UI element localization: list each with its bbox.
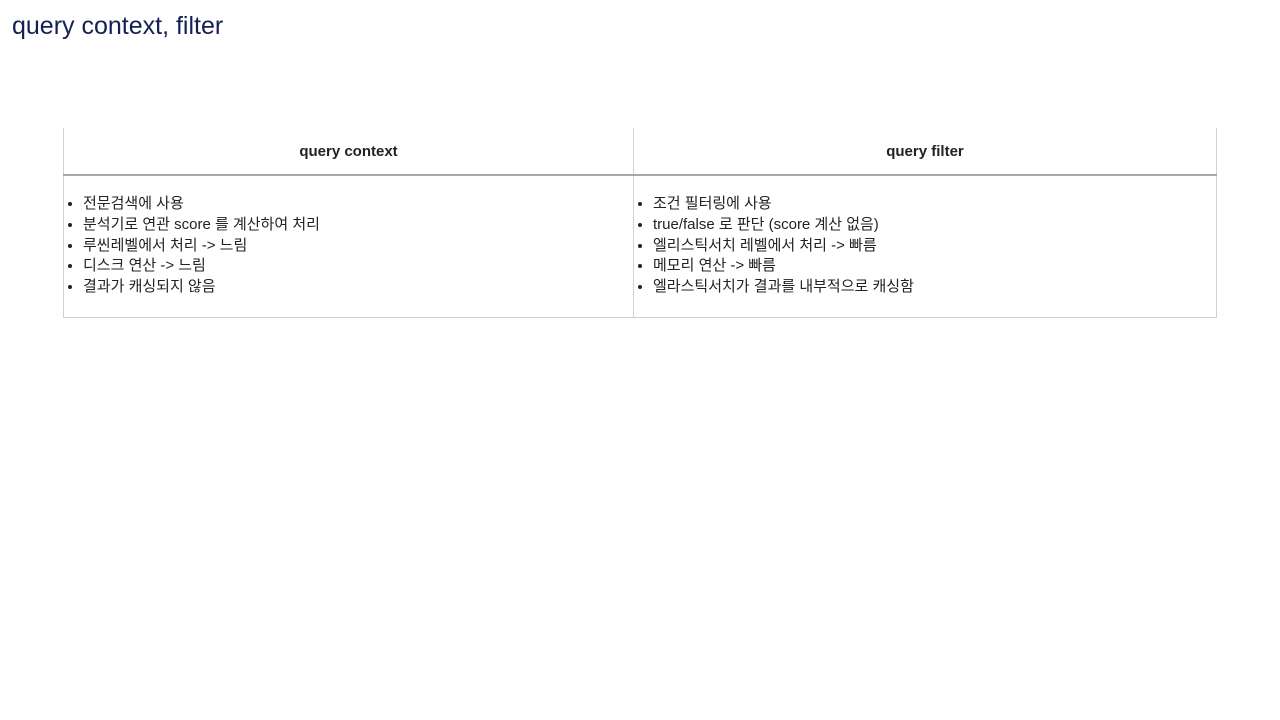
list-item: 조건 필터링에 사용: [653, 194, 1216, 215]
query-filter-list: 조건 필터링에 사용 true/false 로 판단 (score 계산 없음)…: [634, 194, 1216, 298]
column-header-query-filter: query filter: [633, 128, 1217, 176]
list-item: 루씬레벨에서 처리 -> 느림: [83, 236, 633, 257]
query-context-cell: 전문검색에 사용 분석기로 연관 score 를 계산하여 처리 루씬레벨에서 …: [63, 175, 634, 318]
query-context-list: 전문검색에 사용 분석기로 연관 score 를 계산하여 처리 루씬레벨에서 …: [64, 194, 633, 298]
table-row: 전문검색에 사용 분석기로 연관 score 를 계산하여 처리 루씬레벨에서 …: [63, 175, 1217, 318]
list-item: 디스크 연산 -> 느림: [83, 256, 633, 277]
comparison-table: query context query filter 전문검색에 사용 분석기로…: [63, 128, 1217, 318]
list-item: 엘라스틱서치가 결과를 내부적으로 캐싱함: [653, 277, 1216, 298]
list-item: 분석기로 연관 score 를 계산하여 처리: [83, 215, 633, 236]
page-title: query context, filter: [12, 12, 224, 40]
list-item: 메모리 연산 -> 빠름: [653, 256, 1216, 277]
column-header-query-context: query context: [63, 128, 634, 176]
table-header-row: query context query filter: [63, 128, 1217, 176]
list-item: 결과가 캐싱되지 않음: [83, 277, 633, 298]
list-item: 엘리스틱서치 레벨에서 처리 -> 빠름: [653, 236, 1216, 257]
list-item: true/false 로 판단 (score 계산 없음): [653, 215, 1216, 236]
list-item: 전문검색에 사용: [83, 194, 633, 215]
query-filter-cell: 조건 필터링에 사용 true/false 로 판단 (score 계산 없음)…: [633, 175, 1217, 318]
